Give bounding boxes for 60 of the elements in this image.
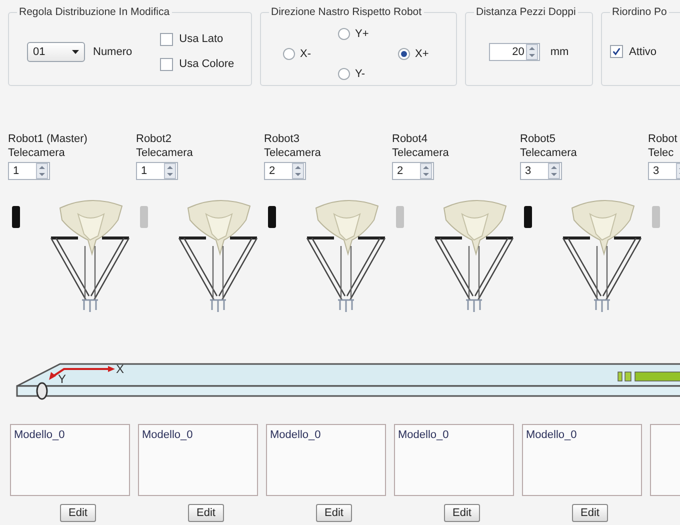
unit-label: mm (550, 46, 569, 58)
model-listbox[interactable]: Modello_0 (394, 424, 514, 496)
camera-label: Telecamera (392, 146, 449, 160)
checkbox-label: Attivo (629, 46, 657, 58)
robot-name: Robot4 (392, 132, 428, 146)
edit-button[interactable]: Edit (60, 504, 96, 522)
robot-name: Robot (648, 132, 678, 146)
edit-button[interactable]: Edit (444, 504, 480, 522)
checkbox[interactable] (160, 32, 174, 46)
camera-spinbox[interactable]: 1 (8, 162, 50, 180)
camera-label: Telecamera (8, 146, 65, 160)
radio-button[interactable] (338, 68, 350, 80)
checkbox-label: Usa Colore (179, 58, 234, 70)
edit-button[interactable]: Edit (316, 504, 352, 522)
model-listbox[interactable]: Modello_0 (522, 424, 642, 496)
model-listbox[interactable]: Modello_0 (138, 424, 258, 496)
camera-spinbox[interactable]: 2 (264, 162, 306, 180)
robot-name: Robot1 (Master) (8, 132, 88, 146)
group-title: Direzione Nastro Rispetto Robot (270, 6, 423, 18)
caret-icon (72, 50, 79, 54)
robot-name: Robot2 (136, 132, 172, 146)
spin-arrows-icon[interactable] (292, 163, 304, 179)
radio-label: Y+ (355, 28, 369, 40)
robot-name: Robot3 (264, 132, 300, 146)
camera-spinbox[interactable]: 3 (520, 162, 562, 180)
group-title: Riordino Po (611, 6, 668, 18)
robot-name: Robot5 (520, 132, 556, 146)
radio-button[interactable] (398, 48, 410, 60)
radio-label: X+ (415, 48, 429, 60)
number-dropdown[interactable]: 01 (27, 42, 85, 62)
spin-arrows-icon[interactable] (548, 163, 560, 179)
model-listbox[interactable]: Modello_0 (266, 424, 386, 496)
camera-label: Telecamera (264, 146, 321, 160)
camera-label: Telecamera (520, 146, 577, 160)
radio-label: X- (300, 48, 311, 60)
camera-spinbox[interactable]: 2 (392, 162, 434, 180)
spin-arrows-icon[interactable] (36, 163, 48, 179)
spin-arrows-icon[interactable] (164, 163, 176, 179)
number-label: Numero (93, 46, 132, 58)
edit-button[interactable]: Edit (188, 504, 224, 522)
radio-button[interactable] (338, 28, 350, 40)
checkbox[interactable] (160, 58, 174, 70)
checkbox[interactable] (610, 45, 623, 58)
y-axis-label: Y (58, 372, 66, 386)
radio-label: Y- (355, 68, 365, 80)
edit-button[interactable]: Edit (572, 504, 608, 522)
model-listbox[interactable]: Modello_0 (10, 424, 130, 496)
camera-label: Telec (648, 146, 674, 160)
camera-spinbox[interactable]: 3 (648, 162, 680, 180)
spin-arrows-icon[interactable] (526, 44, 538, 60)
spin-arrows-icon[interactable] (420, 163, 432, 179)
status-light-icon (618, 372, 680, 382)
camera-spinbox[interactable]: 1 (136, 162, 178, 180)
group-title: Regola Distribuzione In Modifica (18, 6, 171, 18)
checkbox-label: Usa Lato (179, 33, 224, 45)
camera-label: Telecamera (136, 146, 193, 160)
radio-button[interactable] (283, 48, 295, 60)
x-axis-label: X (116, 362, 124, 376)
group-title: Distanza Pezzi Doppi (475, 6, 577, 18)
distance-spinbox[interactable]: 20 (489, 42, 540, 60)
